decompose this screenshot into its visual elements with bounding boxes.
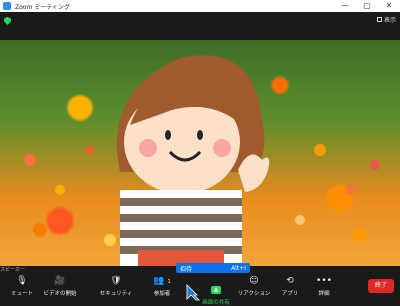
security-shield-icon: 🛡 xyxy=(110,276,122,286)
share-screen-icon: ▲ xyxy=(211,286,221,294)
participant-video xyxy=(24,55,380,266)
invite-label: 招待 xyxy=(180,265,193,273)
video-area xyxy=(0,40,400,266)
reaction-icon: ☺ xyxy=(249,276,259,286)
more-button[interactable]: ••• 詳細 xyxy=(304,276,344,304)
invite-menu-item[interactable]: 招待 Alt+I xyxy=(176,263,250,273)
window-title: Zoom ミーティング xyxy=(15,3,70,11)
meeting-topbar: 表示 xyxy=(0,12,400,40)
security-button[interactable]: 🛡 セキュリティ xyxy=(96,276,136,304)
view-button[interactable]: 表示 xyxy=(376,15,396,24)
microphone-icon: 🎙 xyxy=(16,276,28,286)
invite-shortcut: Alt+I xyxy=(231,264,246,272)
participants-button[interactable]: 👥 1 参加者 xyxy=(142,276,182,304)
status-text: スピーカー xyxy=(0,267,26,273)
video-camera-icon: 🎥 xyxy=(54,276,66,286)
end-meeting-button[interactable]: 終了 xyxy=(368,279,394,293)
close-button[interactable]: ✕ xyxy=(378,0,400,12)
reactions-label: リアクション xyxy=(237,291,271,297)
window-controls: — ▢ ✕ xyxy=(334,0,400,12)
minimize-button[interactable]: — xyxy=(334,0,356,12)
encryption-shield-icon[interactable] xyxy=(4,17,11,25)
mute-button[interactable]: 🎙 ミュート xyxy=(2,276,42,304)
grid-view-icon xyxy=(376,17,382,22)
participants-icon: 👥 1 xyxy=(153,276,171,286)
maximize-button[interactable]: ▢ xyxy=(356,0,378,12)
participants-count: 1 xyxy=(167,279,171,285)
avatar-body xyxy=(120,190,242,266)
more-dots-icon: ••• xyxy=(316,276,332,286)
security-label: セキュリティ xyxy=(99,291,133,297)
reactions-button[interactable]: ☺ リアクション xyxy=(234,276,274,304)
window-titlebar: Zoom ミーティング — ▢ ✕ xyxy=(0,0,400,12)
participants-label: 参加者 xyxy=(153,291,171,297)
start-video-label: ビデオの開始 xyxy=(43,291,77,297)
view-label: 表示 xyxy=(383,17,396,24)
mute-label: ミュート xyxy=(10,291,33,297)
start-video-button[interactable]: 🎥 ビデオの開始 xyxy=(40,276,80,304)
zoom-app-icon xyxy=(3,2,11,10)
pointer-arrow-icon xyxy=(186,284,200,301)
more-label: 詳細 xyxy=(318,291,330,297)
